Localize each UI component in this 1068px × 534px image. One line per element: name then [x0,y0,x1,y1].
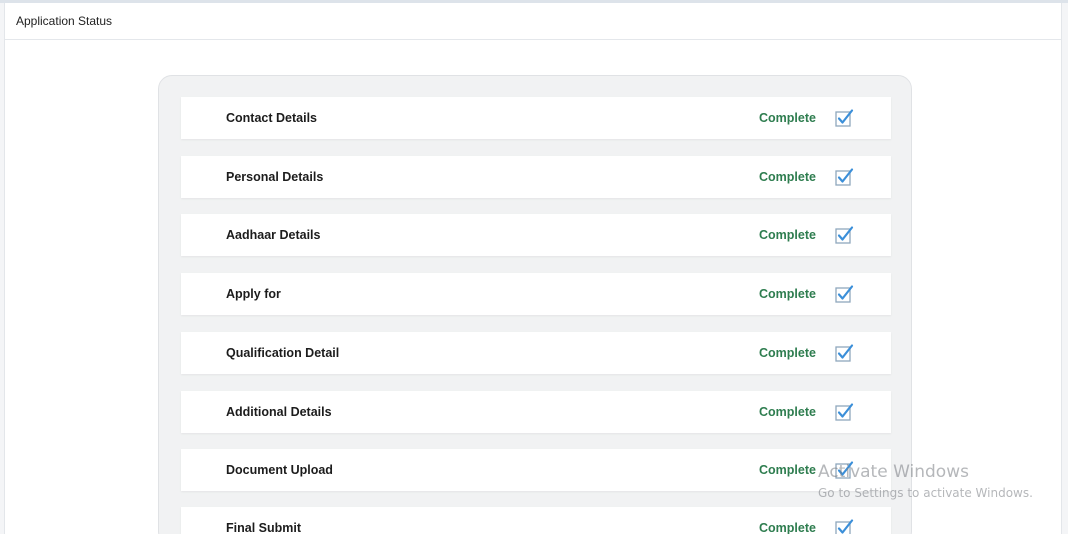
checked-checkbox-icon[interactable] [834,460,854,480]
step-row-apply-for: Apply for Complete [181,273,891,315]
status-badge: Complete [759,111,816,125]
step-row-contact-details: Contact Details Complete [181,97,891,139]
checked-checkbox-icon[interactable] [834,108,854,128]
panel-header: Application Status [5,3,1061,40]
step-row-additional-details: Additional Details Complete [181,391,891,433]
step-row-document-upload: Document Upload Complete [181,449,891,491]
status-badge: Complete [759,521,816,534]
step-label: Personal Details [226,170,324,184]
status-badge: Complete [759,405,816,419]
step-label: Additional Details [226,405,332,419]
step-row-aadhaar-details: Aadhaar Details Complete [181,214,891,256]
status-badge: Complete [759,228,816,242]
status-badge: Complete [759,346,816,360]
status-card: Contact Details Complete Personal Detail… [158,75,912,534]
step-row-personal-details: Personal Details Complete [181,156,891,198]
page-title: Application Status [16,14,113,28]
checked-checkbox-icon[interactable] [834,402,854,422]
checked-checkbox-icon[interactable] [834,284,854,304]
step-label: Contact Details [226,111,317,125]
step-label: Qualification Detail [226,346,340,360]
status-badge: Complete [759,170,816,184]
step-row-final-submit: Final Submit Complete [181,507,891,534]
step-label: Aadhaar Details [226,228,321,242]
checked-checkbox-icon[interactable] [834,343,854,363]
status-badge: Complete [759,287,816,301]
checked-checkbox-icon[interactable] [834,225,854,245]
checked-checkbox-icon[interactable] [834,518,854,534]
step-row-qualification-detail: Qualification Detail Complete [181,332,891,374]
application-status-panel: Application Status Contact Details Compl… [4,3,1062,534]
status-badge: Complete [759,463,816,477]
step-label: Document Upload [226,463,333,477]
step-label: Apply for [226,287,281,301]
checked-checkbox-icon[interactable] [834,167,854,187]
step-label: Final Submit [226,521,301,534]
